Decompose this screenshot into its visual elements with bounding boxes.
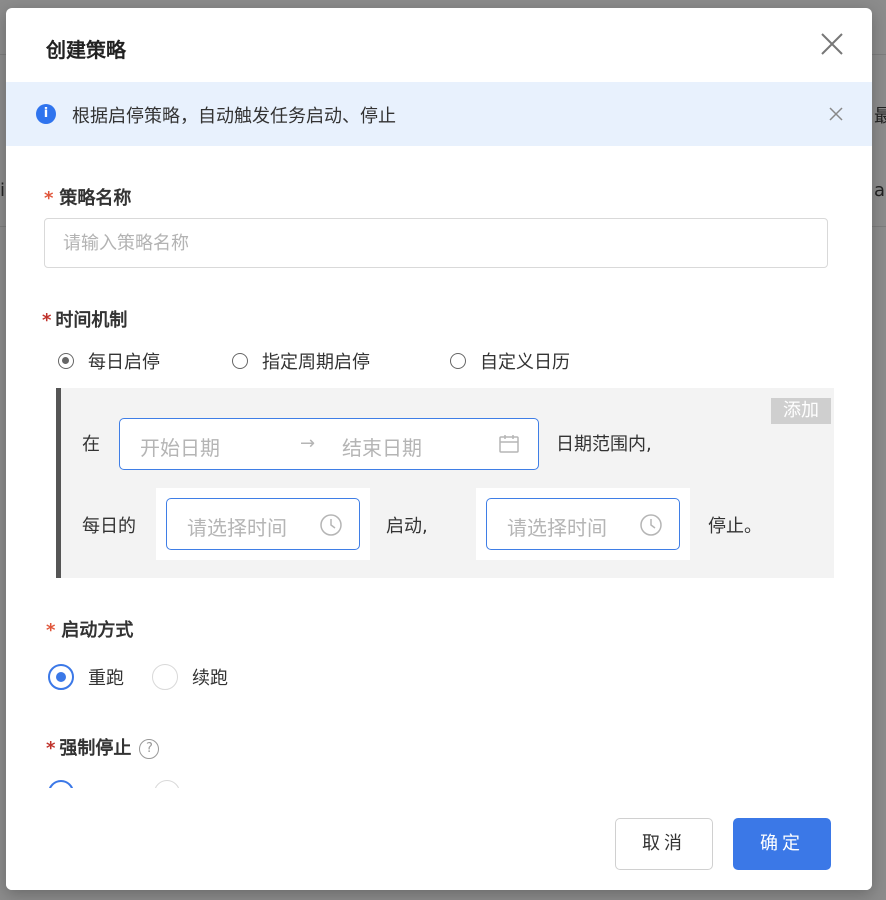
start-time-picker[interactable]: 请选择时间 xyxy=(166,498,360,550)
start-date-placeholder: 开始日期 xyxy=(140,436,220,460)
strategy-name-label: * 策略名称 xyxy=(44,184,131,210)
required-mark: * xyxy=(46,738,56,759)
time-mechanism-radio-group: 每日启停 指定周期启停 自定义日历 xyxy=(58,348,630,374)
stop-time-placeholder: 请选择时间 xyxy=(507,516,607,540)
force-stop-label: * 强制停止? xyxy=(46,734,160,760)
radio-label: 指定周期启停 xyxy=(262,352,370,373)
start-time-wrapper: 请选择时间 xyxy=(156,488,370,560)
radio-button-checked[interactable] xyxy=(58,353,74,369)
radio-rerun[interactable]: 重跑 xyxy=(48,664,124,690)
radio-daily[interactable]: 每日启停 xyxy=(58,348,160,374)
force-stop-label-text: 强制停止 xyxy=(59,738,132,759)
alert-close-button[interactable] xyxy=(826,104,846,124)
radio-label: 续跑 xyxy=(192,668,228,689)
date-range-picker[interactable]: 开始日期 → 结束日期 xyxy=(119,418,539,470)
radio-custom-calendar[interactable]: 自定义日历 xyxy=(450,348,570,374)
radio-label: 重跑 xyxy=(88,668,124,689)
start-mode-label: * 启动方式 xyxy=(46,616,133,642)
radio-button-checked[interactable] xyxy=(48,664,74,690)
strategy-name-input[interactable] xyxy=(44,218,828,268)
start-suffix: 启动, xyxy=(386,516,428,537)
close-icon xyxy=(829,107,843,121)
end-date-placeholder: 结束日期 xyxy=(342,436,422,460)
time-mechanism-label-text: 时间机制 xyxy=(55,310,128,331)
help-icon[interactable]: ? xyxy=(139,739,160,759)
start-mode-label-text: 启动方式 xyxy=(61,620,134,641)
schedule-panel: 添加 在 开始日期 → 结束日期 日期范围内, 每日的 请选择时间 启动, 请选… xyxy=(56,388,834,578)
range-separator: → xyxy=(300,433,316,454)
radio-button[interactable] xyxy=(232,353,248,369)
required-mark: * xyxy=(44,188,54,209)
required-mark: * xyxy=(46,620,56,641)
radio-resume[interactable]: 续跑 xyxy=(152,664,228,690)
modal-close-button[interactable] xyxy=(818,30,846,58)
calendar-icon xyxy=(499,435,519,453)
radio-label: 每日启停 xyxy=(88,352,160,373)
close-icon xyxy=(821,33,843,55)
add-schedule-button[interactable]: 添加 xyxy=(771,398,831,424)
start-time-placeholder: 请选择时间 xyxy=(187,516,287,540)
stop-suffix: 停止。 xyxy=(708,516,762,537)
background-text: 最 xyxy=(874,106,886,127)
create-strategy-modal: 创建策略 i 根据启停策略，自动触发任务启动、停止 *策略名称 *时间机制 每日… xyxy=(6,8,872,890)
info-alert: i 根据启停策略，自动触发任务启动、停止 xyxy=(6,82,872,146)
radio-period[interactable]: 指定周期启停 xyxy=(232,348,370,374)
strategy-name-label-text: 策略名称 xyxy=(59,188,132,209)
radio-label: 自定义日历 xyxy=(480,352,570,373)
clock-icon xyxy=(320,514,342,536)
stop-time-wrapper: 请选择时间 xyxy=(476,488,690,560)
clock-icon xyxy=(640,514,662,536)
background-text: a xyxy=(874,180,886,201)
start-mode-radio-group: 重跑 续跑 xyxy=(48,664,288,690)
cancel-button[interactable]: 取消 xyxy=(615,818,713,870)
modal-title: 创建策略 xyxy=(46,38,126,62)
info-icon: i xyxy=(36,104,56,124)
background-text: i xyxy=(0,180,6,201)
time-mechanism-label: * 时间机制 xyxy=(42,306,127,332)
daily-prefix: 每日的 xyxy=(82,516,136,537)
schedule-prefix: 在 xyxy=(82,434,100,455)
alert-text: 根据启停策略，自动触发任务启动、停止 xyxy=(72,106,396,127)
stop-time-picker[interactable]: 请选择时间 xyxy=(486,498,680,550)
radio-button[interactable] xyxy=(152,664,178,690)
radio-button[interactable] xyxy=(450,353,466,369)
required-mark: * xyxy=(42,310,52,331)
confirm-button[interactable]: 确定 xyxy=(733,818,831,870)
range-suffix: 日期范围内, xyxy=(556,434,652,455)
